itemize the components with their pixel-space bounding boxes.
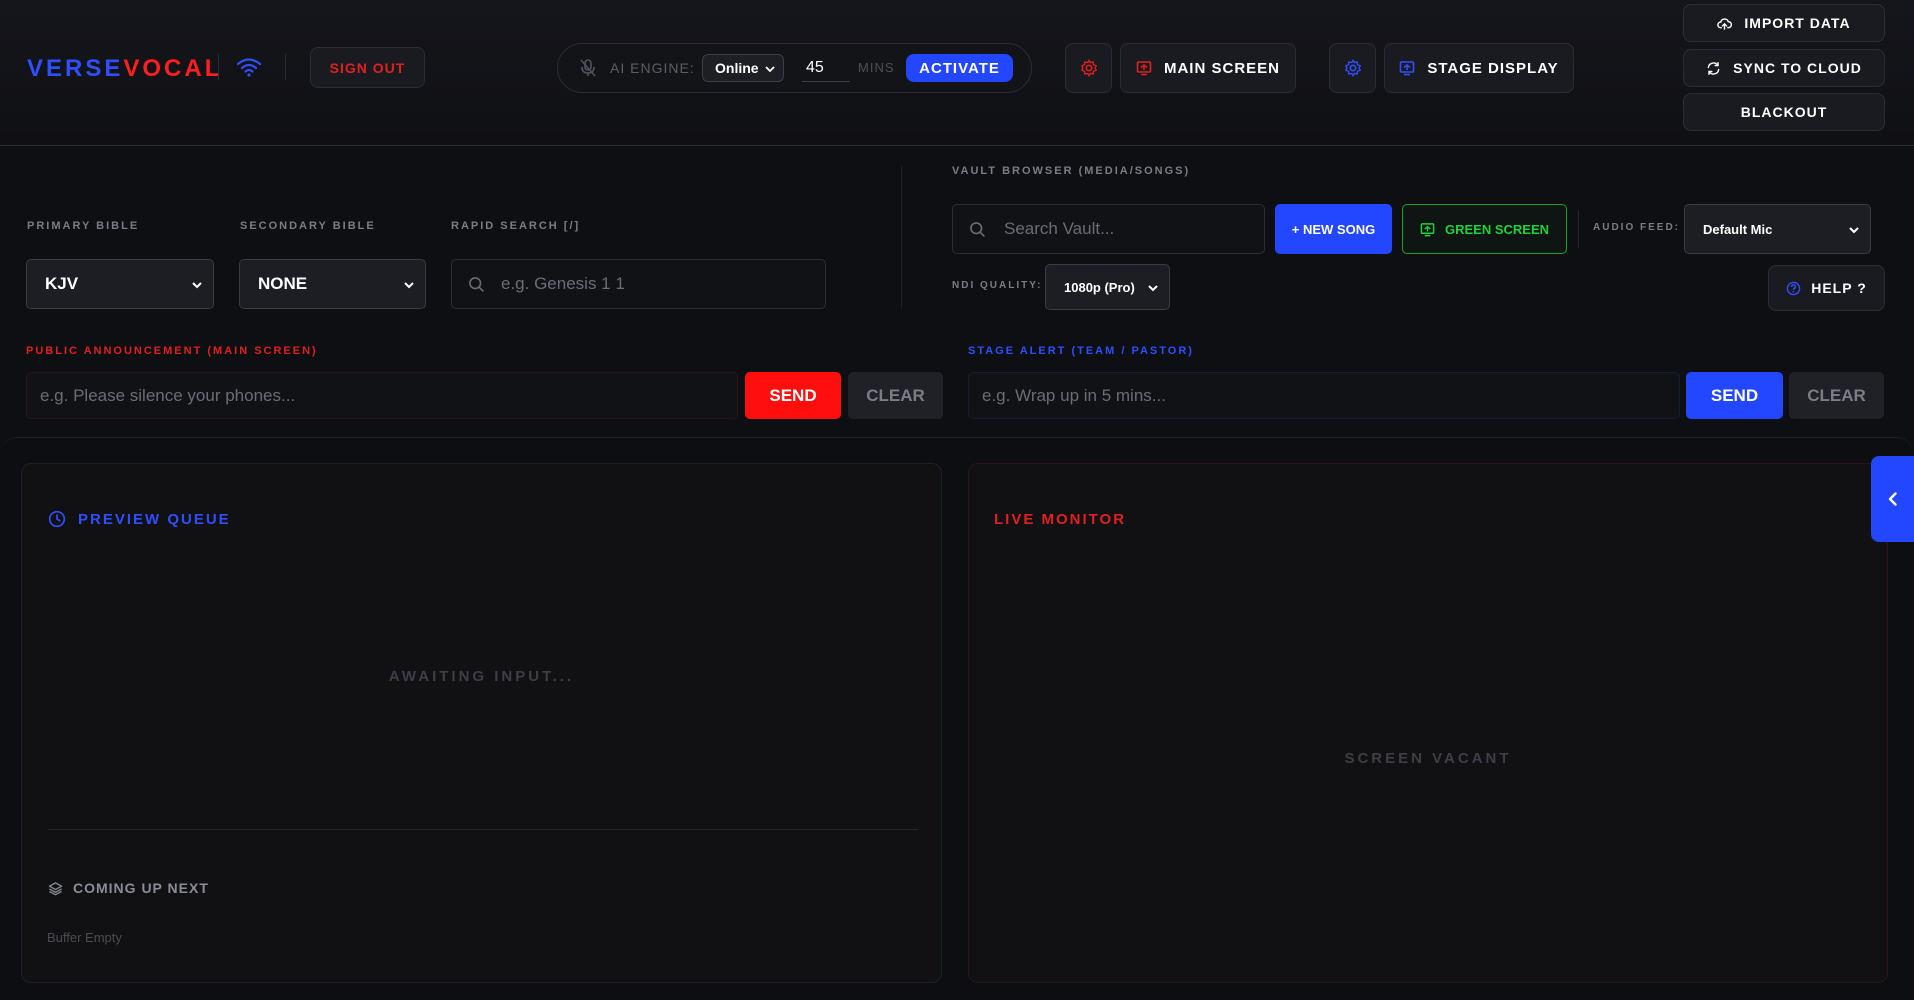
help-label: HELP ? — [1811, 280, 1867, 296]
help-circle-icon — [1786, 281, 1801, 295]
chevron-left-icon — [1888, 492, 1897, 506]
ndi-quality-value: 1080p (Pro) — [1064, 279, 1135, 295]
stage-alert-placeholder: e.g. Wrap up in 5 mins... — [982, 385, 1166, 405]
help-button[interactable]: HELP ? — [1768, 265, 1885, 311]
app-logo: VERSEVOCAL — [27, 55, 223, 82]
layers-icon — [48, 881, 63, 895]
ai-engine-label: AI ENGINE: — [610, 60, 695, 76]
chevron-down-icon — [404, 282, 414, 289]
blackout-label: BLACKOUT — [1740, 104, 1828, 120]
stage-alert-send-button[interactable]: SEND — [1686, 372, 1783, 419]
import-data-button[interactable]: IMPORT DATA — [1683, 4, 1885, 42]
sync-icon — [1707, 61, 1720, 75]
awaiting-input-text: AWAITING INPUT... — [388, 668, 575, 685]
chevron-down-icon — [1148, 285, 1158, 292]
vault-browser-label: VAULT BROWSER (MEDIA/SONGS) — [952, 165, 1191, 177]
live-monitor-title: LIVE MONITOR — [994, 511, 1127, 528]
secondary-bible-label: SECONDARY BIBLE — [240, 220, 376, 232]
green-screen-button[interactable]: GREEN SCREEN — [1402, 204, 1567, 254]
header-divider — [218, 54, 219, 80]
announcement-clear-button[interactable]: CLEAR — [848, 372, 943, 419]
chevron-down-icon — [192, 282, 202, 289]
stage-alert-input[interactable]: e.g. Wrap up in 5 mins... — [968, 372, 1680, 419]
main-screen-label: MAIN SCREEN — [1163, 59, 1280, 77]
announcement-send-button[interactable]: SEND — [745, 372, 841, 419]
preview-queue-header: PREVIEW QUEUE — [48, 510, 231, 528]
screen-vacant-text: SCREEN VACANT — [1344, 750, 1512, 767]
minutes-input[interactable]: 45 — [802, 54, 850, 82]
wifi-icon — [236, 58, 262, 77]
new-song-button[interactable]: + NEW SONG — [1275, 204, 1392, 254]
ai-engine-panel: AI ENGINE: Online 45 MINS ACTIVATE — [557, 43, 1032, 93]
sync-to-cloud-button[interactable]: SYNC TO CLOUD — [1683, 49, 1885, 87]
audio-feed-label: AUDIO FEED: — [1593, 222, 1680, 233]
stage-alert-clear-button[interactable]: CLEAR — [1789, 372, 1884, 419]
section-divider — [901, 166, 902, 308]
stage-alert-label: STAGE ALERT (TEAM / PASTOR) — [968, 345, 1194, 357]
announcement-input[interactable]: e.g. Please silence your phones... — [26, 372, 738, 419]
chevron-down-icon — [765, 66, 775, 73]
secondary-bible-select[interactable]: NONE — [239, 259, 426, 309]
header-divider — [285, 54, 286, 80]
primary-bible-value: KJV — [45, 274, 79, 293]
primary-bible-label: PRIMARY BIBLE — [27, 220, 140, 232]
rapid-search-label: RAPID SEARCH [/] — [451, 220, 581, 232]
cloud-upload-icon — [1717, 17, 1733, 30]
ai-engine-mode-select[interactable]: Online — [702, 54, 784, 82]
main-screen-button[interactable]: MAIN SCREEN — [1120, 43, 1296, 93]
import-data-label: IMPORT DATA — [1744, 15, 1851, 31]
vault-divider — [1578, 210, 1579, 248]
monitor-icon — [1420, 222, 1435, 236]
announcement-placeholder: e.g. Please silence your phones... — [40, 385, 296, 405]
monitor-icon — [1136, 61, 1152, 76]
mic-off-icon[interactable] — [578, 58, 598, 78]
preview-queue-title: PREVIEW QUEUE — [78, 510, 231, 528]
monitor-icon — [1400, 61, 1415, 76]
ndi-quality-label: NDI QUALITY: — [952, 280, 1043, 291]
sync-to-cloud-label: SYNC TO CLOUD — [1733, 60, 1862, 76]
search-icon — [469, 276, 484, 292]
sign-out-button[interactable]: SIGN OUT — [310, 47, 425, 88]
blackout-button[interactable]: BLACKOUT — [1683, 93, 1885, 131]
vault-search-placeholder: Search Vault... — [1004, 219, 1115, 238]
coming-up-next-label: COMING UP NEXT — [73, 880, 209, 896]
green-screen-label: GREEN SCREEN — [1444, 221, 1550, 237]
minutes-unit-label: MINS — [858, 60, 895, 75]
ndi-quality-select[interactable]: 1080p (Pro) — [1045, 264, 1170, 310]
clock-icon — [48, 510, 66, 528]
preview-queue-panel — [21, 463, 942, 983]
live-monitor-panel — [968, 463, 1888, 983]
ai-engine-mode-value: Online — [715, 60, 759, 76]
buffer-status-text: Buffer Empty — [47, 930, 122, 945]
gear-icon — [1080, 59, 1097, 77]
chevron-down-icon — [1849, 227, 1859, 234]
stage-display-settings-button[interactable] — [1329, 43, 1376, 93]
gear-icon — [1344, 59, 1361, 77]
stage-display-label: STAGE DISPLAY — [1427, 59, 1559, 77]
audio-feed-select[interactable]: Default Mic — [1684, 204, 1871, 254]
main-screen-settings-button[interactable] — [1065, 43, 1112, 93]
activate-button[interactable]: ACTIVATE — [906, 54, 1013, 82]
vault-search-input[interactable]: Search Vault... — [952, 204, 1265, 254]
sidebar-toggle-button[interactable] — [1871, 456, 1914, 542]
preview-divider — [48, 829, 918, 830]
audio-feed-value: Default Mic — [1703, 221, 1773, 237]
search-icon — [970, 221, 985, 237]
primary-bible-select[interactable]: KJV — [26, 259, 214, 309]
rapid-search-input[interactable]: e.g. Genesis 1 1 — [451, 259, 826, 309]
public-announcement-label: PUBLIC ANNOUNCEMENT (MAIN SCREEN) — [26, 345, 318, 357]
secondary-bible-value: NONE — [258, 274, 308, 293]
stage-display-button[interactable]: STAGE DISPLAY — [1384, 43, 1574, 93]
top-header: VERSEVOCAL SIGN OUT AI ENGINE: Online 45… — [0, 0, 1914, 146]
rapid-search-placeholder: e.g. Genesis 1 1 — [501, 274, 625, 293]
coming-up-next-header: COMING UP NEXT — [48, 880, 209, 896]
